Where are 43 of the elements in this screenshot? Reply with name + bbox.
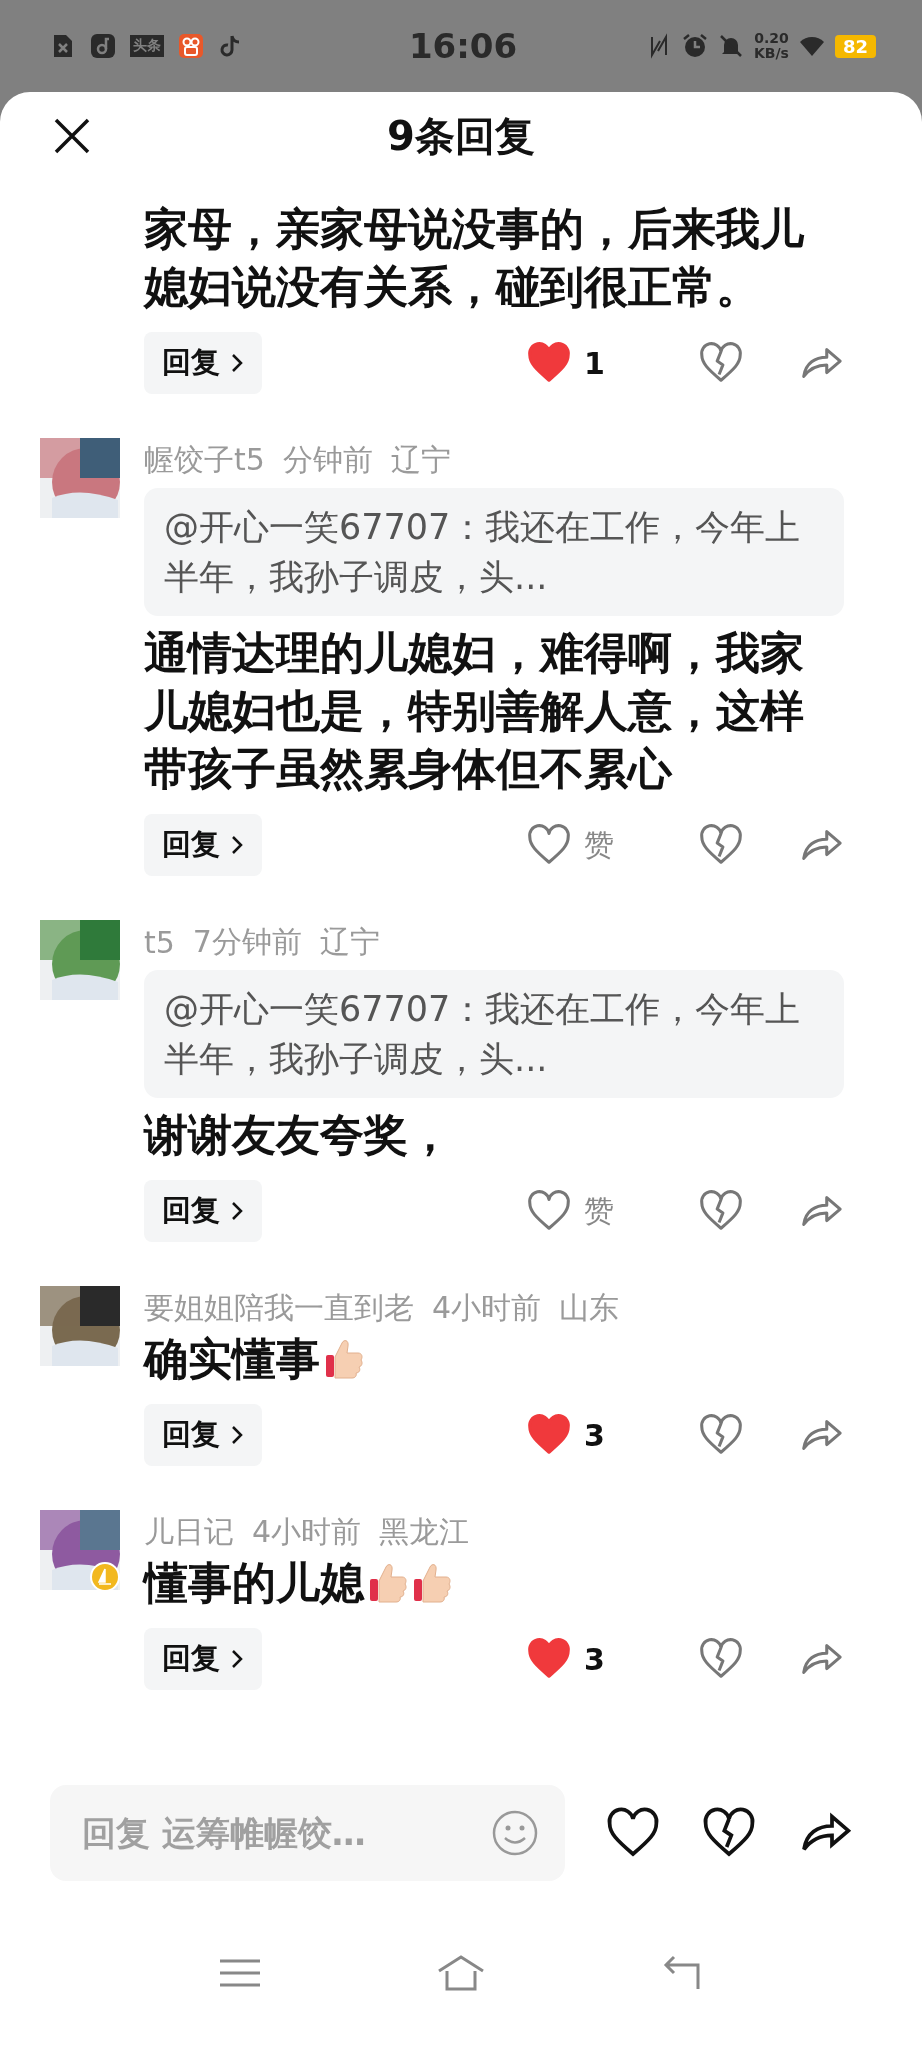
comment-time: 4小时前 — [432, 1288, 542, 1327]
alarm-icon — [682, 33, 708, 59]
reply-button[interactable]: 回复 — [144, 1404, 262, 1466]
reply-button[interactable]: 回复 — [144, 1628, 262, 1690]
sheet-title: 9条回复 — [387, 111, 535, 161]
comment-region: 辽宁 — [390, 440, 451, 479]
chevron-right-icon — [230, 834, 244, 856]
like-count: 赞 — [584, 1191, 615, 1230]
comment-time: 7分钟前 — [192, 922, 302, 961]
comment-text: 确实懂事 — [144, 1332, 320, 1386]
reply-input-field[interactable]: 回复 运筹帷幄饺… — [50, 1785, 565, 1881]
chevron-right-icon — [230, 352, 244, 374]
comment-time: 4小时前 — [252, 1512, 362, 1551]
reply-button[interactable]: 回复 — [144, 332, 262, 394]
like-count: 3 — [584, 1417, 606, 1453]
reply-button[interactable]: 回复 — [144, 1180, 262, 1242]
battery-level: 82 — [834, 34, 876, 58]
comment-text: 谢谢友友夸奖， — [144, 1108, 452, 1162]
app-badge: 头条 — [130, 35, 164, 57]
comment-region: 辽宁 — [319, 922, 380, 961]
comment-region: 黑龙江 — [379, 1512, 470, 1551]
like-count: 1 — [584, 345, 606, 381]
comment-region: 山东 — [559, 1288, 620, 1327]
comment-text: 通情达理的儿媳妇，难得啊，我家儿媳妇也是，特别善解人意，这样带孩子虽然累身体但不累心 — [144, 626, 805, 796]
comment-time: 分钟前 — [282, 440, 373, 479]
like-count: 赞 — [584, 825, 615, 864]
chevron-right-icon — [230, 1648, 244, 1670]
quoted-comment: @开心一笑67707：我还在工作，今年上半年，我孙子调皮，头... — [144, 970, 844, 1098]
comment-text: 家母，亲家母说没事的，后来我儿媳妇说没有关系，碰到很正常。 — [144, 202, 806, 314]
comment-text: 懂事的儿媳 — [144, 1556, 364, 1610]
chevron-right-icon — [230, 1424, 244, 1446]
reply-button[interactable]: 回复 — [144, 814, 262, 876]
network-speed: 0.20 — [754, 31, 789, 46]
network-speed-unit: KB/s — [754, 46, 789, 61]
music-note-icon — [90, 33, 116, 59]
like-count: 3 — [584, 1641, 606, 1677]
home-icon[interactable] — [437, 1953, 485, 1993]
clock-time: 16:06 — [408, 26, 518, 66]
chevron-right-icon — [230, 1200, 244, 1222]
video-app-icon — [178, 33, 204, 59]
quoted-comment: @开心一笑67707：我还在工作，今年上半年，我孙子调皮，头... — [144, 488, 844, 616]
emoji-icon[interactable] — [491, 1809, 539, 1857]
bell-off-icon — [718, 33, 744, 59]
